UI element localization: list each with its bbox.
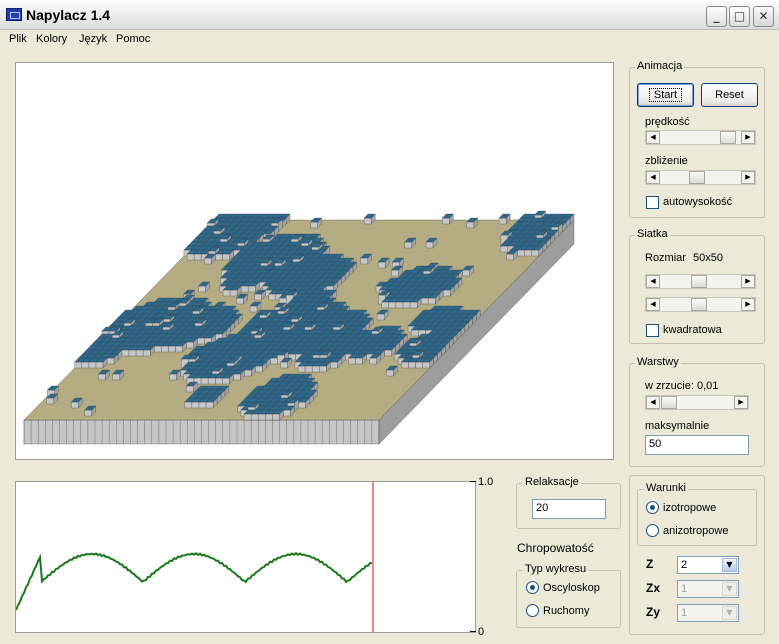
app-icon [6, 8, 22, 21]
layers-max-label: maksymalnie [645, 420, 710, 432]
grid-size-slider-2[interactable]: ◀ ▶ [645, 297, 756, 312]
square-label: kwadratowa [663, 324, 722, 336]
chevron-down-icon[interactable]: ▼ [722, 582, 737, 596]
start-button-label: Start [648, 88, 683, 102]
layers-group-label: Warstwy [635, 356, 681, 368]
z-select[interactable]: 2 ▼ [677, 556, 739, 574]
radio-anisotropic[interactable] [646, 524, 659, 537]
roughness-line [16, 551, 373, 611]
speed-slider-thumb[interactable] [720, 131, 736, 144]
chevron-down-icon[interactable]: ▼ [722, 606, 737, 620]
plot-type-group [516, 570, 621, 628]
zx-label: Zx [646, 581, 661, 595]
minimize-icon: _ [713, 9, 720, 23]
scroll-right-icon[interactable]: ▶ [741, 171, 755, 184]
radio-moving[interactable] [526, 604, 539, 617]
roughness-title: Chropowatość [517, 541, 594, 555]
grid-size-slider[interactable]: ◀ ▶ [645, 274, 756, 289]
radio-isotropic-label: izotropowe [663, 502, 717, 514]
minimize-button[interactable]: _ [706, 6, 727, 27]
y-axis-bottom-label: 0 [478, 626, 485, 638]
reset-button[interactable]: Reset [701, 83, 758, 107]
layers-drop-slider[interactable]: ◀ ▶ [645, 395, 749, 410]
auto-height-label: autowysokość [663, 196, 733, 208]
chevron-down-icon[interactable]: ▼ [722, 558, 737, 572]
auto-height-checkbox[interactable] [646, 196, 659, 209]
menu-kolory[interactable]: Kolory [36, 33, 67, 45]
zoom-label: zbliżenie [645, 155, 688, 167]
scroll-left-icon[interactable]: ◀ [646, 131, 660, 144]
grid-size-label: Rozmiar [645, 252, 686, 264]
radio-oscilloscope-label: Oscyloskop [543, 582, 600, 594]
close-icon: ✕ [758, 9, 769, 23]
radio-oscilloscope[interactable] [526, 581, 539, 594]
maximize-button[interactable]: □ [729, 6, 750, 27]
scroll-left-icon[interactable]: ◀ [646, 171, 660, 184]
radio-isotropic[interactable] [646, 501, 659, 514]
title-bar [0, 0, 779, 30]
reset-button-label: Reset [715, 89, 744, 101]
zy-label: Zy [646, 605, 661, 619]
zy-select-value: 1 [681, 607, 688, 619]
plot-type-group-label: Typ wykresu [523, 563, 589, 575]
z-select-value: 2 [681, 559, 688, 571]
start-button[interactable]: Start [637, 83, 694, 107]
grid-group-label: Siatka [635, 228, 670, 240]
close-button[interactable]: ✕ [753, 6, 774, 27]
y-tick-top [470, 481, 476, 482]
surface-view[interactable] [15, 62, 614, 460]
radio-anisotropic-label: anizotropowe [663, 525, 729, 537]
conditions-group [637, 489, 757, 546]
zoom-slider[interactable]: ◀ ▶ [645, 170, 756, 185]
scroll-left-icon[interactable]: ◀ [646, 396, 660, 409]
relax-group-label: Relaksacje [523, 476, 581, 488]
layers-drop-label: w zrzucie: 0,01 [645, 380, 719, 392]
roughness-plot [15, 481, 476, 633]
menu-plik[interactable]: Plik [9, 33, 27, 45]
relax-input[interactable]: 20 [532, 499, 606, 519]
menu-jezyk[interactable]: Język [79, 33, 107, 45]
scroll-right-icon[interactable]: ▶ [741, 131, 755, 144]
roughness-plot-canvas [16, 482, 374, 632]
speed-label: prędkość [645, 116, 690, 128]
z-label: Z [646, 557, 654, 571]
grid-size-slider-2-thumb[interactable] [691, 298, 707, 311]
grid-size-slider-thumb[interactable] [691, 275, 707, 288]
scroll-left-icon[interactable]: ◀ [646, 298, 660, 311]
menu-pomoc[interactable]: Pomoc [116, 33, 150, 45]
scroll-left-icon[interactable]: ◀ [646, 275, 660, 288]
layers-drop-slider-thumb[interactable] [661, 396, 677, 409]
y-axis-top-label: 1.0 [478, 476, 494, 488]
zx-select[interactable]: 1 ▼ [677, 580, 739, 598]
radio-moving-label: Ruchomy [543, 605, 590, 617]
animation-group-label: Animacja [635, 60, 685, 72]
zy-select[interactable]: 1 ▼ [677, 604, 739, 622]
grid-size-value: 50x50 [693, 252, 723, 264]
conditions-group-label: Warunki [644, 482, 688, 494]
layers-max-input[interactable]: 50 [645, 435, 749, 455]
window-title: Napylacz 1.4 [26, 7, 111, 23]
speed-slider[interactable]: ◀ ▶ [645, 130, 756, 145]
surface-3d-canvas [23, 210, 575, 445]
zoom-slider-thumb[interactable] [689, 171, 705, 184]
maximize-icon: □ [733, 9, 746, 23]
zx-select-value: 1 [681, 583, 688, 595]
scroll-right-icon[interactable]: ▶ [734, 396, 748, 409]
square-checkbox[interactable] [646, 324, 659, 337]
scroll-right-icon[interactable]: ▶ [741, 275, 755, 288]
scroll-right-icon[interactable]: ▶ [741, 298, 755, 311]
y-tick-bottom [470, 631, 476, 632]
